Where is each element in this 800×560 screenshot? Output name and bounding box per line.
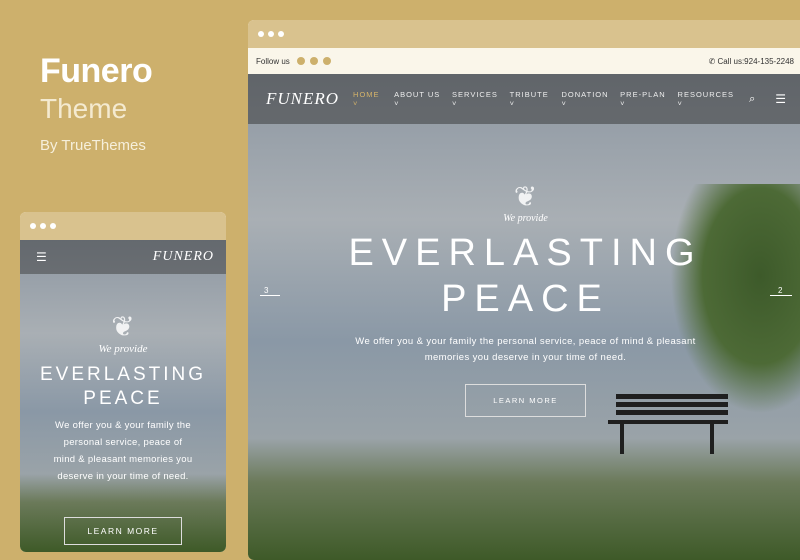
desktop-preview: Follow us ✆ Call us:924-135-2248 FUNERO … <box>248 20 800 560</box>
hero-title-line2: PEACE <box>441 278 610 320</box>
hero-title-line1: EVERLASTING <box>348 232 703 274</box>
phone-icon: ✆ <box>708 56 718 66</box>
mobile-nav: ☰ FUNERO <box>20 240 226 274</box>
facebook-icon[interactable] <box>297 57 306 66</box>
youtube-icon[interactable] <box>323 57 332 66</box>
nav-services[interactable]: SERVICES ˅ <box>452 90 499 108</box>
call-text: Call us:924-135-2248 <box>717 56 795 66</box>
window-bar <box>20 212 226 240</box>
search-icon[interactable]: ⌕ <box>749 93 755 106</box>
site-logo[interactable]: FUNERO <box>266 89 339 109</box>
slider-next[interactable]: 2 <box>770 286 792 296</box>
mobile-desc-3: mind & pleasant memories you <box>53 454 193 465</box>
promo-subtitle: Theme <box>40 93 128 124</box>
mobile-desc-1: We offer you & your family the <box>55 420 191 431</box>
nav-pre-plan[interactable]: PRE-PLAN ˅ <box>620 90 666 108</box>
promo-brand: Funero Theme By TrueThemes <box>40 52 153 154</box>
mobile-desc-4: deserve in your time of need. <box>57 471 189 482</box>
hero-desc-1: We offer you & your family the personal … <box>355 336 696 347</box>
hero: FUNERO HOME ˅ ABOUT US ˅ SERVICES ˅ TRIB… <box>248 74 800 560</box>
mobile-kicker: We provide <box>98 343 148 355</box>
top-bar: Follow us ✆ Call us:924-135-2248 <box>248 48 800 74</box>
mobile-preview: ☰ FUNERO ❦ We provide EVERLASTING PEACE … <box>20 212 226 552</box>
nav-home[interactable]: HOME ˅ <box>353 90 383 108</box>
ornament-icon: ❦ <box>513 181 538 212</box>
hero-kicker: We provide <box>503 213 548 224</box>
slider-prev[interactable]: 3 <box>260 286 280 296</box>
promo-author: By TrueThemes <box>40 137 146 154</box>
nav-about-us[interactable]: ABOUT US ˅ <box>394 90 441 108</box>
mobile-logo[interactable]: FUNERO <box>153 249 214 265</box>
mobile-title-line2: PEACE <box>83 388 163 409</box>
main-nav: FUNERO HOME ˅ ABOUT US ˅ SERVICES ˅ TRIB… <box>248 74 800 124</box>
menu-icon[interactable]: ☰ <box>36 250 47 264</box>
nav-resources[interactable]: RESOURCES ˅ <box>678 90 735 108</box>
nav-donation[interactable]: DONATION ˅ <box>562 90 610 108</box>
hero-desc-2: memories you deserve in your time of nee… <box>424 352 627 363</box>
menu-icon[interactable]: ☰ <box>775 92 786 106</box>
nav-tribute[interactable]: TRIBUTE ˅ <box>510 90 551 108</box>
mobile-desc-2: personal service, peace of <box>63 437 183 448</box>
promo-title: Funero <box>40 52 153 90</box>
mobile-learn-more-button[interactable]: LEARN MORE <box>64 517 182 545</box>
learn-more-button[interactable]: LEARN MORE <box>465 384 586 417</box>
follow-label: Follow us <box>256 56 290 66</box>
instagram-icon[interactable] <box>310 57 319 66</box>
mobile-title-line1: EVERLASTING <box>39 364 207 385</box>
ornament-icon: ❦ <box>111 311 135 342</box>
window-bar <box>248 20 800 48</box>
